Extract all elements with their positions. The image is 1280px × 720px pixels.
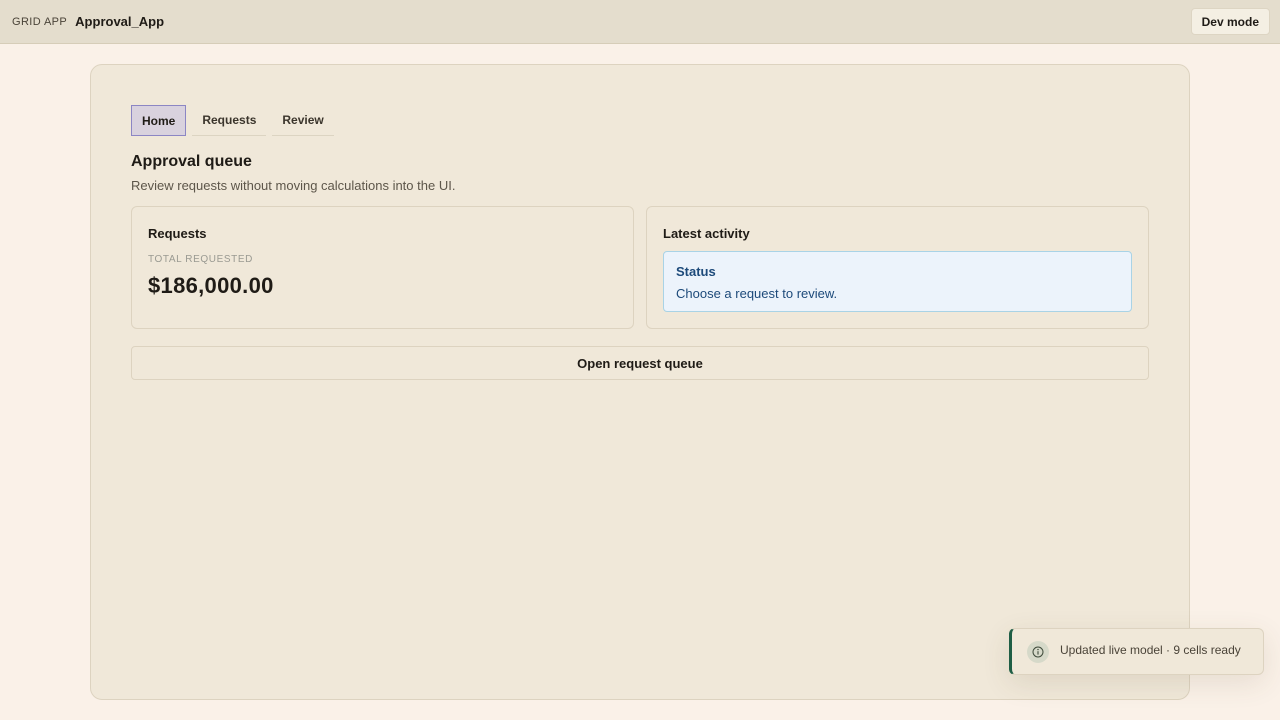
total-requested-label: TOTAL REQUESTED [148, 254, 253, 265]
total-requested-value: $186,000.00 [148, 273, 274, 298]
tab-requests[interactable]: Requests [192, 105, 267, 136]
app-title: Approval_App [75, 14, 165, 29]
requests-card: Requests TOTAL REQUESTED $186,000.00 [131, 206, 634, 329]
dev-mode-button[interactable]: Dev mode [1190, 8, 1270, 35]
status-text: Choose a request to review. [676, 286, 838, 301]
info-icon [1027, 641, 1049, 663]
tab-home[interactable]: Home [131, 105, 187, 136]
page-subtitle: Review requests without moving calculati… [131, 178, 456, 193]
latest-activity-card: Latest activity Status Choose a request … [646, 206, 1149, 329]
top-bar: GRID APP Approval_App Dev mode [0, 0, 1280, 44]
toast-notification: Updated live model · 9 cells ready [1009, 628, 1264, 675]
main-panel: Home Requests Review Approval queue Revi… [90, 64, 1190, 700]
open-request-queue-button[interactable]: Open request queue [131, 346, 1149, 380]
brand-label: GRID APP [12, 15, 68, 28]
tab-bar: Home Requests Review [131, 105, 334, 136]
page-title: Approval queue [131, 153, 252, 170]
toast-text: Updated live model · 9 cells ready [1060, 643, 1241, 657]
tab-review[interactable]: Review [272, 105, 334, 136]
status-box: Status Choose a request to review. [663, 251, 1132, 312]
requests-card-title: Requests [148, 226, 207, 241]
status-title: Status [676, 264, 716, 279]
latest-activity-title: Latest activity [663, 226, 750, 241]
